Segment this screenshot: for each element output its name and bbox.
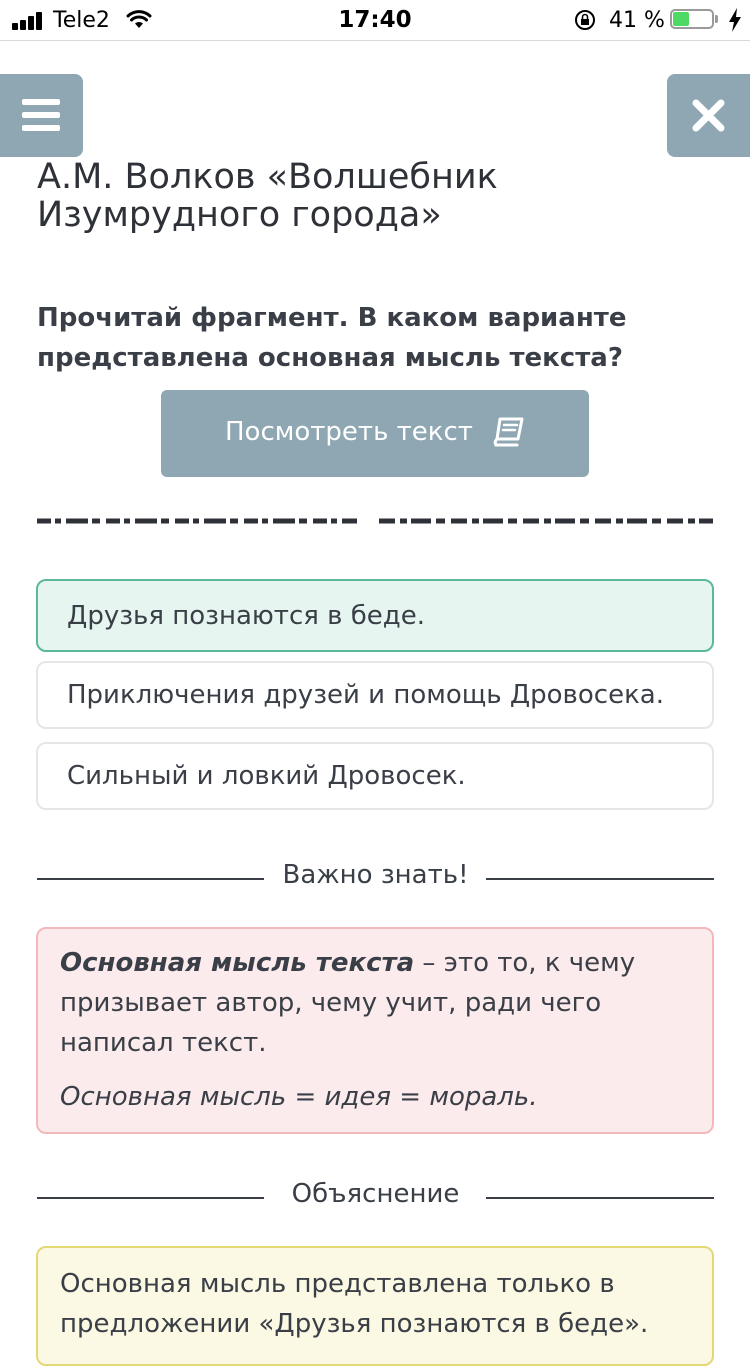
battery-icon: [670, 9, 718, 31]
explanation-section-heading: Объяснение: [291, 1179, 460, 1209]
important-info-box: Основная мысль текста – это то, к чему п…: [36, 927, 714, 1134]
formula-text: Основная мысль = идея = мораль.: [60, 1082, 538, 1112]
charging-bolt-icon: [729, 8, 741, 32]
view-text-button[interactable]: Посмотреть текст: [161, 390, 589, 477]
answer-option[interactable]: Приключения друзей и помощь Дровосека.: [36, 661, 714, 729]
answer-option-text: Друзья познаются в беде.: [67, 600, 426, 631]
important-section-header: Важно знать!: [37, 858, 714, 898]
explanation-text: Основная мысль представлена только в пре…: [60, 1269, 649, 1339]
question-text: Прочитай фрагмент. В каком варианте пред…: [37, 303, 627, 373]
cropped-text-fragment: [37, 518, 713, 524]
book-icon: [493, 417, 524, 447]
answer-options: Друзья познаются в беде. Приключения дру…: [36, 579, 714, 823]
definition-text: Основная мысль текста – это то, к чему п…: [60, 943, 680, 1063]
battery-level-fill: [673, 12, 689, 26]
close-button[interactable]: [667, 74, 750, 157]
page-title: А.М. Волков «Волшебник Изумрудного город…: [37, 157, 498, 235]
explanation-section-header: Объяснение: [37, 1177, 714, 1217]
view-text-button-label: Посмотреть текст: [225, 417, 473, 447]
battery-percent: 41 %: [609, 8, 665, 33]
status-bar: Tele2 17:40 41 %: [0, 0, 750, 41]
menu-button[interactable]: [0, 74, 83, 157]
answer-option-text: Приключения друзей и помощь Дровосека.: [67, 680, 664, 710]
explanation-box: Основная мысль представлена только в пре…: [36, 1246, 714, 1366]
answer-option-text: Сильный и ловкий Дровосек.: [67, 761, 466, 791]
answer-option[interactable]: Сильный и ловкий Дровосек.: [36, 742, 714, 810]
answer-option[interactable]: Друзья познаются в беде.: [36, 579, 714, 652]
close-icon: [692, 99, 725, 132]
rotation-lock-icon: [575, 10, 595, 30]
definition-term: Основная мысль текста: [60, 948, 415, 978]
important-section-heading: Важно знать!: [282, 860, 469, 890]
